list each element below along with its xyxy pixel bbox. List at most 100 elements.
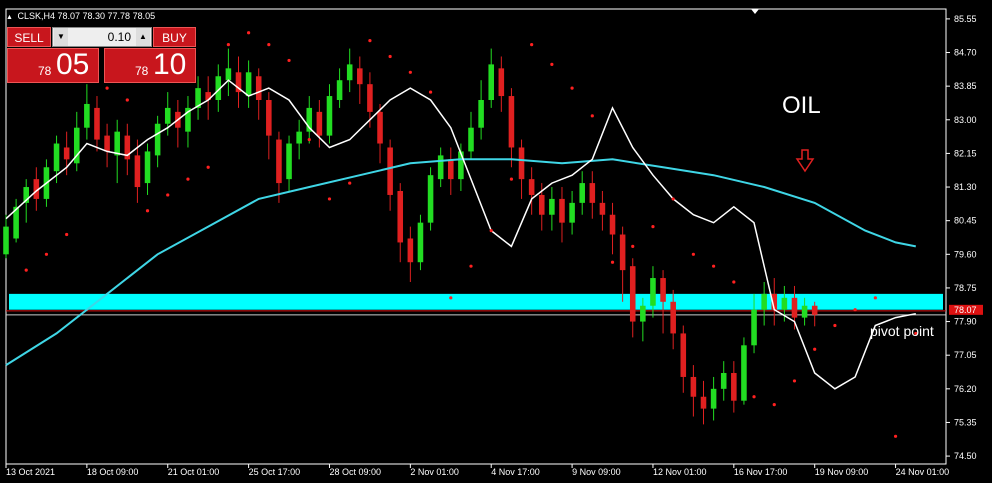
x-tick-label: 16 Nov 17:00 [734, 467, 788, 477]
candle-body [569, 202, 575, 223]
candle-body [478, 100, 484, 128]
parabolic-sar-dot [813, 347, 817, 351]
candle-body [154, 123, 161, 156]
parabolic-sar-dot [712, 264, 716, 268]
candle-body [346, 64, 353, 81]
sell-price-box[interactable]: 78 05 [7, 48, 99, 83]
parabolic-sar-dot [166, 193, 170, 197]
scroll-marker-icon [751, 9, 759, 14]
collapse-icon[interactable]: ▲ [6, 14, 13, 21]
buy-price-box[interactable]: 78 10 [104, 48, 196, 83]
parabolic-sar-dot [145, 209, 150, 213]
x-tick-label: 12 Nov 01:00 [653, 467, 707, 477]
buy-price-big: 10 [153, 48, 187, 81]
y-tick-label: 84.70 [954, 48, 977, 58]
parabolic-sar-dot [671, 197, 675, 201]
parabolic-sar-dot [368, 39, 372, 43]
candle-body [690, 376, 697, 397]
parabolic-sar-dot [550, 62, 554, 66]
candle-body [538, 194, 545, 215]
x-tick-label: 13 Oct 2021 [6, 467, 55, 477]
candle-body [94, 107, 100, 140]
y-tick-label: 74.50 [954, 451, 977, 461]
parabolic-sar-dot [327, 197, 332, 201]
x-tick-label: 24 Nov 01:00 [896, 467, 950, 477]
y-tick-label: 82.15 [954, 148, 977, 158]
candle-body [387, 147, 393, 195]
lot-down-icon[interactable]: ▼ [54, 28, 68, 46]
candle-body [84, 103, 90, 128]
candle-body [276, 139, 282, 184]
parabolic-sar-dot [65, 232, 69, 237]
down-arrow-icon [795, 149, 815, 173]
parabolic-sar-dot [792, 379, 797, 383]
candle-body [397, 191, 404, 243]
candle-body [518, 147, 525, 180]
candle-body [751, 309, 757, 346]
candle-body [448, 159, 454, 180]
candle-body [741, 345, 747, 401]
parabolic-sar-dot [469, 264, 473, 268]
candle-body [619, 234, 626, 271]
parabolic-sar-dot [449, 296, 453, 300]
candle-body [680, 333, 687, 377]
candle-body [336, 80, 343, 100]
candle-body [468, 127, 474, 152]
candle-body [791, 297, 798, 318]
chart-title-label: OIL [782, 92, 821, 119]
symbol-header: ▲ CLSK,H4 78.07 78.30 77.78 78.05 [6, 11, 155, 21]
y-tick-label: 81.30 [954, 182, 977, 192]
lot-size-value[interactable]: 0.10 [73, 28, 131, 46]
x-tick-label: 19 Nov 09:00 [815, 467, 869, 477]
candle-body [589, 183, 596, 203]
sell-button[interactable]: SELL [7, 27, 51, 47]
candle-body [761, 293, 767, 310]
candle-body [296, 131, 302, 144]
parabolic-sar-dot [590, 114, 594, 118]
parabolic-sar-dot [772, 403, 776, 407]
parabolic-sar-dot [691, 252, 695, 256]
x-tick-label: 9 Nov 09:00 [572, 467, 621, 477]
parabolic-sar-dot [489, 228, 493, 233]
lot-up-icon[interactable]: ▲ [136, 28, 150, 46]
y-tick-label: 85.55 [954, 14, 977, 24]
candle-body [53, 143, 60, 172]
candle-body [508, 96, 515, 148]
parabolic-sar-dot [631, 244, 635, 248]
candle-body [528, 179, 535, 195]
parabolic-sar-dot [610, 260, 615, 264]
candle-body [266, 100, 272, 136]
candle-body [559, 198, 565, 223]
parabolic-sar-dot [186, 177, 190, 181]
candle-body [367, 84, 373, 112]
parabolic-sar-dot [651, 225, 655, 229]
ohlc-readout: 78.07 78.30 77.78 78.05 [57, 11, 156, 21]
parabolic-sar-dot [247, 31, 251, 35]
chart-window[interactable]: 85.55 84.70 83.85 83.00 82.15 81.30 80.45 79.60… [0, 0, 992, 483]
candle-body [650, 278, 656, 306]
candle-body [640, 305, 646, 322]
parabolic-sar-dot [853, 308, 857, 312]
sell-price-small: 78 [38, 64, 52, 78]
fast-ma-line [5, 79, 916, 390]
y-tick-label: 78.75 [954, 283, 977, 293]
candle-body [488, 64, 494, 100]
x-tick-label: 25 Oct 17:00 [249, 467, 301, 477]
candle-body [134, 155, 141, 188]
parabolic-sar-dot [752, 395, 756, 399]
y-tick-label: 80.45 [954, 216, 977, 226]
candle-body [720, 373, 727, 389]
candle-body [144, 151, 151, 184]
parabolic-sar-dot [44, 252, 49, 256]
candle-body [377, 111, 383, 144]
lot-size-field[interactable]: ▼ 0.10 ▲ [52, 27, 152, 47]
candle-body [417, 222, 424, 263]
candle-body [225, 68, 232, 81]
candle-body [781, 297, 788, 310]
y-tick-label: 79.60 [954, 249, 977, 259]
candle-body [579, 183, 585, 203]
buy-button[interactable]: BUY [153, 27, 196, 47]
parabolic-sar-dot [873, 296, 877, 300]
parabolic-sar-dot [206, 165, 210, 169]
candle-body [286, 143, 292, 180]
